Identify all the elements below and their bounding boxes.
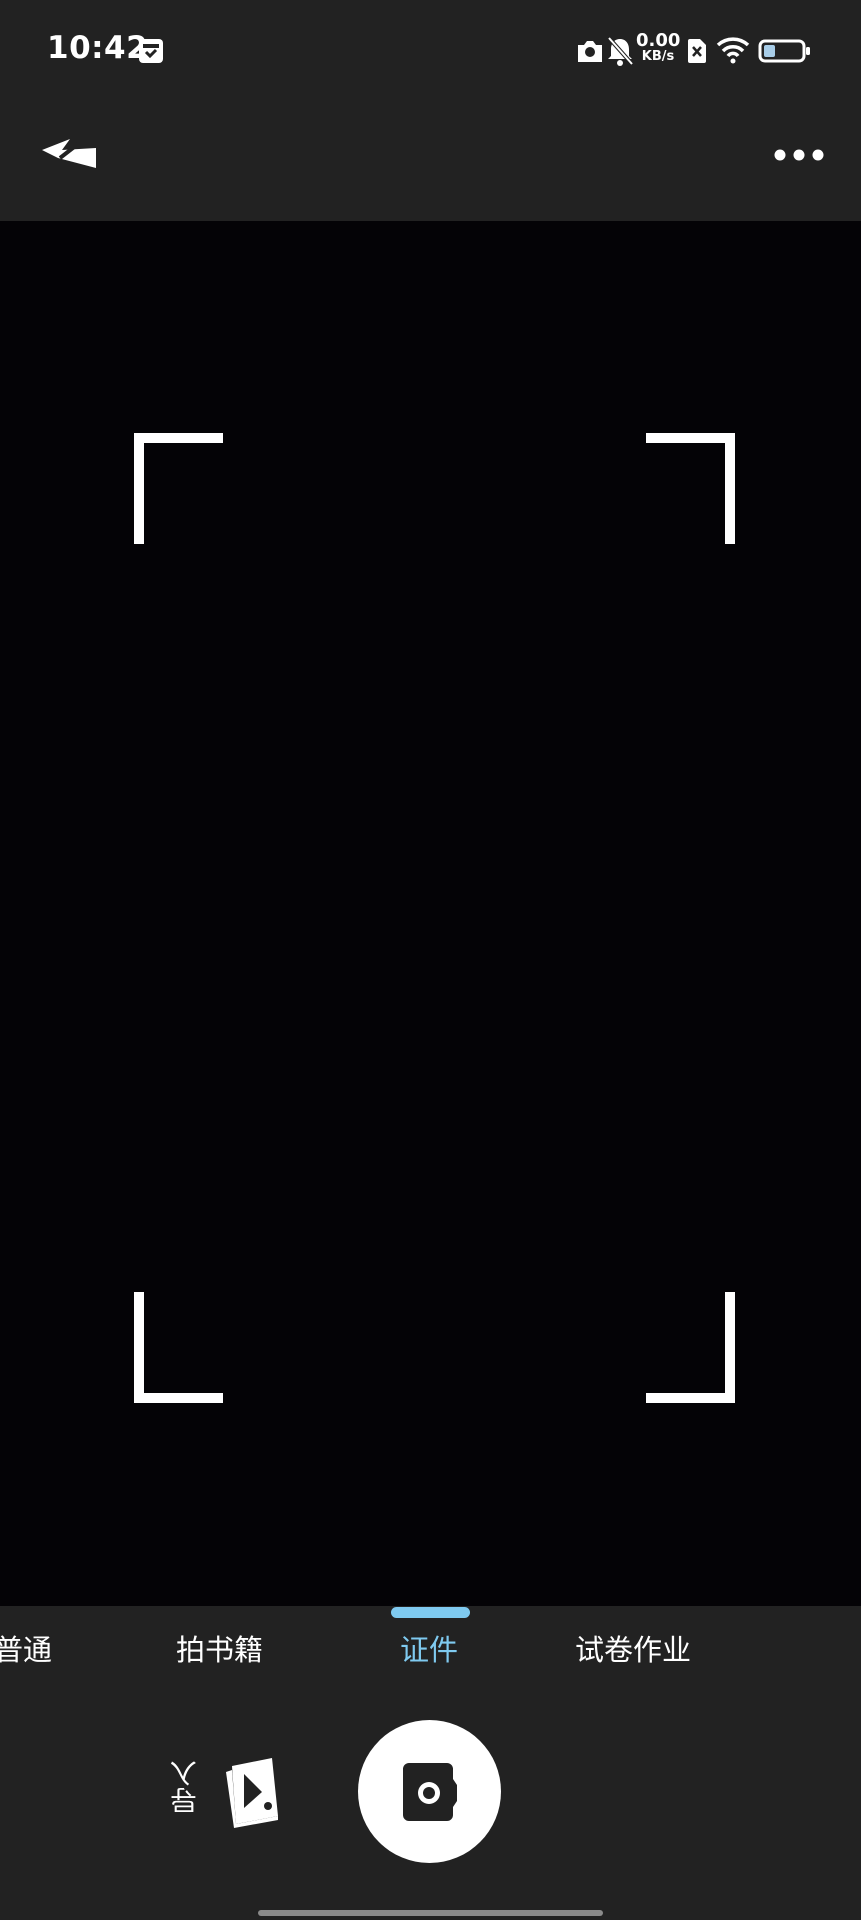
calendar-icon bbox=[139, 39, 163, 63]
mode-tab-exam-homework[interactable]: 试卷作业 bbox=[575, 1628, 691, 1672]
sim-error-icon bbox=[688, 39, 706, 63]
scan-frame-corner-bottom-right bbox=[646, 1292, 735, 1403]
network-speed: 0.00 KB/s bbox=[636, 32, 680, 64]
network-speed-unit: KB/s bbox=[641, 49, 675, 64]
shutter-camera-icon bbox=[403, 1763, 457, 1821]
import-label: 导入 bbox=[171, 1760, 202, 1814]
scan-frame-corner-bottom-left bbox=[134, 1292, 223, 1403]
flash-off-icon[interactable] bbox=[40, 136, 100, 174]
wifi-icon bbox=[716, 37, 750, 64]
shutter-button[interactable] bbox=[358, 1720, 501, 1863]
battery-icon bbox=[758, 39, 810, 63]
active-tab-indicator bbox=[391, 1607, 470, 1618]
mode-tab-book[interactable]: 拍书籍 bbox=[176, 1628, 263, 1672]
network-speed-value: 0.00 bbox=[636, 30, 681, 51]
more-icon[interactable] bbox=[773, 140, 825, 170]
status-time: 10:42 bbox=[47, 30, 149, 66]
mode-tab-normal[interactable]: 普通 bbox=[0, 1628, 52, 1672]
scan-frame-corner-top-left bbox=[134, 433, 223, 544]
mode-tab-id-card[interactable]: 证件 bbox=[400, 1628, 458, 1672]
scan-frame-corner-top-right bbox=[646, 433, 735, 544]
bell-muted-icon bbox=[607, 36, 634, 66]
home-indicator[interactable] bbox=[258, 1910, 603, 1916]
camera-icon bbox=[578, 41, 602, 62]
camera-toolbar bbox=[0, 100, 861, 221]
gallery-import-icon bbox=[226, 1758, 278, 1828]
